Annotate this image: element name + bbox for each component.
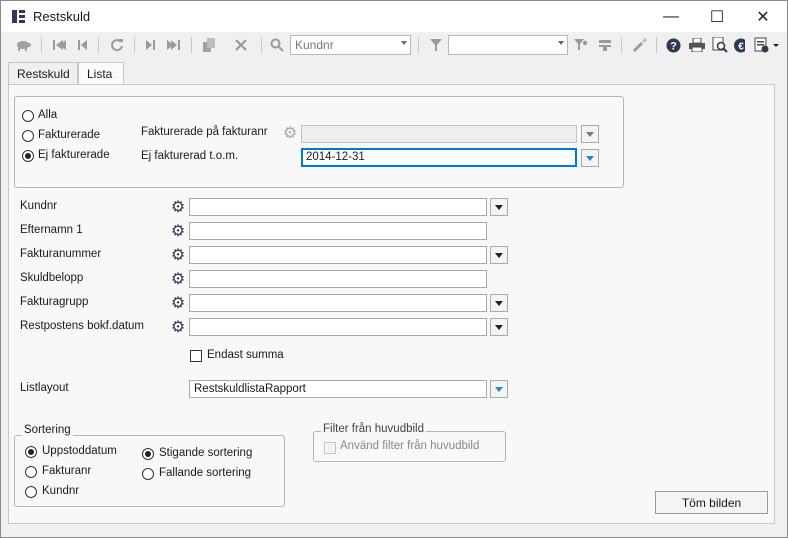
close-icon: ✕	[756, 8, 770, 26]
kundnr-label: Kundnr	[20, 200, 58, 212]
tab-restskuld-label: Restskuld	[17, 67, 70, 81]
turtle-icon[interactable]	[13, 35, 33, 55]
radio-sort-uppstoddatum-label: Uppstoddatum	[42, 445, 117, 457]
only-sum-label: Endast summa	[207, 349, 284, 361]
filter-settings-icon[interactable]	[571, 35, 591, 55]
use-main-filter-label: Använd filter från huvudbild	[340, 440, 480, 452]
restpost-date-label: Restpostens bokf.datum	[20, 320, 145, 332]
only-sum-checkbox[interactable]	[190, 350, 202, 362]
remove-filter-icon[interactable]	[595, 35, 615, 55]
clear-form-button[interactable]: Töm bilden	[655, 491, 768, 514]
previous-record-icon[interactable]	[73, 35, 91, 55]
search-field-value: Kundnr	[295, 38, 334, 52]
minimize-icon: —	[663, 7, 679, 25]
listlayout-value: RestskuldlistaRapport	[194, 383, 306, 395]
first-record-icon[interactable]	[49, 35, 69, 55]
efternamn-label: Efternamn 1	[20, 224, 83, 236]
maximize-button[interactable]: ☐	[694, 1, 740, 32]
filter-combo[interactable]	[448, 35, 568, 55]
invoiced-on-dropdown	[581, 125, 599, 143]
lista-panel: Alla Fakturerade Ej fakturerade Fakturer…	[8, 84, 775, 524]
gear-icon[interactable]: ⚙	[170, 320, 186, 336]
restskuld-window: Restskuld — ☐ ✕ Kundnr ? € Restskuld Lis…	[0, 0, 788, 538]
minimize-button[interactable]: —	[648, 1, 694, 32]
filter-icon[interactable]	[426, 35, 446, 55]
maximize-icon: ☐	[709, 8, 725, 26]
copy-icon[interactable]	[199, 35, 219, 55]
last-record-icon[interactable]	[164, 35, 184, 55]
radio-sort-kundnr-label: Kundnr	[42, 485, 80, 497]
radio-ej-fakturerade[interactable]	[22, 150, 34, 162]
gear-icon[interactable]: ⚙	[170, 248, 186, 264]
print-preview-icon[interactable]	[710, 35, 730, 55]
clear-form-button-label: Töm bilden	[681, 495, 742, 510]
search-icon[interactable]	[267, 35, 287, 55]
listlayout-label: Listlayout	[20, 382, 69, 394]
radio-fakturerade-label: Fakturerade	[38, 129, 101, 141]
gear-icon[interactable]: ⚙	[282, 126, 298, 142]
gear-icon[interactable]: ⚙	[170, 200, 186, 216]
next-record-icon[interactable]	[142, 35, 160, 55]
fakturanummer-dropdown[interactable]	[490, 246, 508, 264]
radio-descending-label: Fallande sortering	[159, 467, 252, 479]
edit-icon[interactable]	[629, 35, 651, 55]
radio-sort-kundnr[interactable]	[25, 486, 37, 498]
gear-icon[interactable]: ⚙	[170, 296, 186, 312]
tab-lista-label: Lista	[87, 67, 113, 81]
not-invoiced-date-dropdown[interactable]	[581, 149, 599, 167]
kundnr-field[interactable]	[189, 198, 487, 216]
radio-sort-fakturanr[interactable]	[25, 466, 37, 478]
gear-icon[interactable]: ⚙	[170, 272, 186, 288]
tab-restskuld[interactable]: Restskuld	[8, 62, 78, 84]
tab-lista[interactable]: Lista	[78, 62, 124, 85]
refresh-icon[interactable]	[107, 35, 127, 55]
radio-alla[interactable]	[22, 110, 34, 122]
app-grid-icon	[12, 10, 25, 23]
restpost-date-dropdown[interactable]	[490, 318, 508, 336]
sorting-legend: Sortering	[22, 424, 73, 436]
title-bar: Restskuld — ☐ ✕	[1, 1, 787, 32]
use-main-filter-checkbox	[324, 442, 336, 454]
svg-text:?: ?	[670, 40, 677, 52]
listlayout-dropdown[interactable]	[490, 380, 508, 398]
info-icon[interactable]: €	[732, 35, 746, 55]
radio-sort-fakturanr-label: Fakturanr	[42, 465, 92, 477]
radio-ej-fakturerade-label: Ej fakturerade	[38, 149, 110, 161]
kundnr-dropdown[interactable]	[490, 198, 508, 216]
fakturagrupp-label: Fakturagrupp	[20, 296, 89, 308]
radio-fakturerade[interactable]	[22, 130, 34, 142]
fakturagrupp-dropdown[interactable]	[490, 294, 508, 312]
efternamn-field[interactable]	[189, 222, 487, 240]
invoiced-on-field	[301, 125, 577, 143]
radio-ascending[interactable]	[142, 448, 154, 460]
delete-icon[interactable]	[231, 35, 251, 55]
listlayout-field[interactable]: RestskuldlistaRapport	[189, 380, 487, 398]
gear-icon[interactable]: ⚙	[170, 224, 186, 240]
document-menu-icon[interactable]	[753, 35, 781, 55]
fakturanummer-field[interactable]	[189, 246, 487, 264]
not-invoiced-date-field[interactable]: 2014-12-31	[301, 148, 577, 167]
window-title: Restskuld	[33, 9, 91, 24]
svg-text:€: €	[738, 41, 744, 52]
close-button[interactable]: ✕	[740, 1, 786, 32]
radio-sort-uppstoddatum[interactable]	[25, 446, 37, 458]
search-field-combo[interactable]: Kundnr	[290, 35, 411, 55]
restpost-date-field[interactable]	[189, 318, 487, 336]
not-invoiced-label: Ej fakturerad t.o.m.	[141, 150, 239, 162]
invoiced-on-label: Fakturerade på fakturanr	[141, 126, 268, 138]
skuldbelopp-label: Skuldbelopp	[20, 272, 84, 284]
toolbar: Kundnr ? €	[1, 32, 787, 58]
help-icon[interactable]: ?	[664, 35, 682, 55]
not-invoiced-date-value: 2014-12-31	[306, 151, 365, 163]
radio-ascending-label: Stigande sortering	[159, 447, 253, 459]
skuldbelopp-field[interactable]	[189, 270, 487, 288]
print-icon[interactable]	[687, 35, 707, 55]
radio-alla-label: Alla	[38, 109, 58, 121]
fakturanummer-label: Fakturanummer	[20, 248, 102, 260]
main-filter-legend: Filter från huvudbild	[321, 423, 426, 435]
radio-descending[interactable]	[142, 468, 154, 480]
fakturagrupp-field[interactable]	[189, 294, 487, 312]
